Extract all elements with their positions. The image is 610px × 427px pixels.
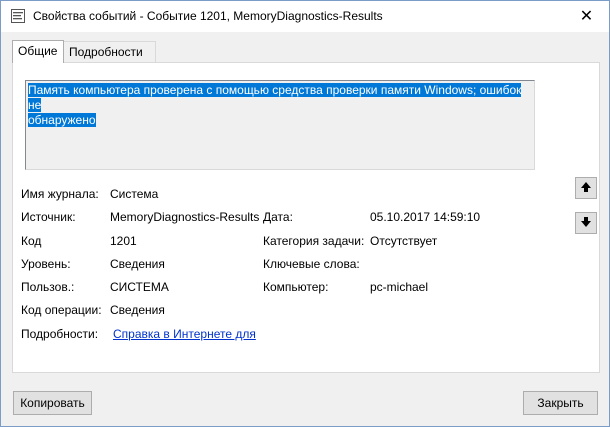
source-value: MemoryDiagnostics-Results [110, 210, 260, 224]
computer-label: Компьютер: [263, 280, 329, 294]
code-value: 1201 [110, 234, 137, 248]
event-description-text[interactable]: Память компьютера проверена с помощью ср… [28, 83, 528, 128]
arrow-down-icon [580, 216, 592, 231]
event-description-box[interactable]: Память компьютера проверена с помощью ср… [25, 80, 535, 170]
log-name-value: Система [110, 187, 159, 201]
copy-button-label: Копировать [20, 396, 85, 410]
tab-general[interactable]: Общие [12, 40, 64, 63]
task-category-value: Отсутствует [370, 234, 438, 248]
opcode-value: Сведения [110, 303, 165, 317]
copy-button[interactable]: Копировать [13, 391, 92, 415]
title-bar[interactable]: Свойства событий - Событие 1201, MemoryD… [1, 1, 609, 32]
description-line-2: обнаружено [28, 113, 96, 127]
arrow-up-icon [580, 181, 592, 196]
task-category-label: Категория задачи: [263, 234, 365, 248]
tab-general-label: Общие [18, 44, 58, 58]
window-title: Свойства событий - Событие 1201, MemoryD… [33, 9, 383, 23]
tab-details-label: Подробности [69, 45, 143, 59]
date-label: Дата: [263, 210, 293, 224]
event-viewer-icon [10, 8, 26, 24]
previous-event-button[interactable] [575, 177, 597, 199]
log-name-label: Имя журнала: [21, 187, 99, 201]
source-label: Источник: [21, 210, 76, 224]
close-button-label: Закрыть [537, 396, 584, 410]
user-label: Пользов.: [21, 280, 75, 294]
close-icon: ✕ [579, 8, 594, 25]
code-label: Код [21, 234, 42, 248]
keywords-label: Ключевые слова: [263, 257, 360, 271]
description-line-1: Память компьютера проверена с помощью ср… [28, 83, 522, 112]
event-properties-window: Свойства событий - Событие 1201, MemoryD… [0, 0, 610, 427]
close-button[interactable]: Закрыть [523, 391, 598, 415]
computer-value: pc-michael [370, 280, 429, 294]
level-label: Уровень: [21, 257, 71, 271]
level-value: Сведения [110, 257, 165, 271]
user-value: СИСТЕМА [110, 280, 169, 294]
details-label: Подробности: [21, 327, 99, 341]
online-help-link[interactable]: Справка в Интернете для [113, 327, 256, 341]
date-value: 05.10.2017 14:59:10 [370, 210, 481, 224]
close-window-button[interactable]: ✕ [564, 1, 609, 31]
opcode-label: Код операции: [21, 303, 102, 317]
tab-details[interactable]: Подробности [63, 41, 156, 62]
general-panel: Память компьютера проверена с помощью ср… [12, 62, 600, 373]
next-event-button[interactable] [575, 212, 597, 234]
